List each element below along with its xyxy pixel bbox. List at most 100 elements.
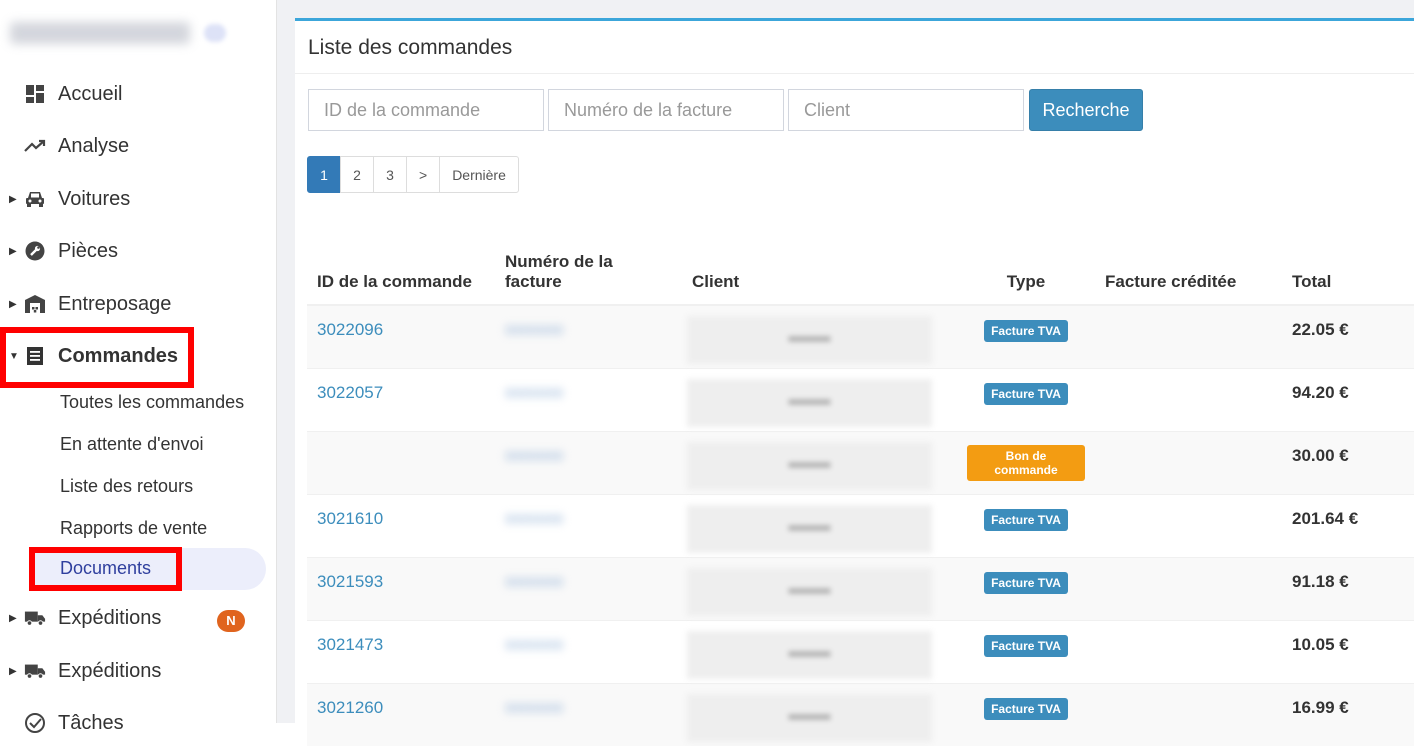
brand-logo[interactable] bbox=[10, 18, 230, 48]
orders-table: ID de la commande Numéro de la facture C… bbox=[307, 252, 1414, 746]
sidebar-subitem-en-attente-envoi[interactable]: En attente d'envoi bbox=[60, 434, 204, 455]
type-cell: Bon de commande bbox=[957, 430, 1095, 494]
sidebar-item-label: Entreposage bbox=[58, 292, 172, 315]
table-row[interactable]: 0000000 •••••••• Bon de commande 30.00 € bbox=[307, 430, 1414, 494]
total-cell: 91.18 € bbox=[1282, 556, 1414, 620]
total-cell: 16.99 € bbox=[1282, 682, 1414, 746]
client-cell: •••••••• bbox=[682, 304, 957, 368]
sidebar-subitem-liste-des-retours[interactable]: Liste des retours bbox=[60, 476, 193, 497]
type-cell: Facture TVA bbox=[957, 367, 1095, 431]
invoice-number-redacted[interactable]: 0000000 bbox=[505, 637, 590, 655]
order-id-cell: 3022057 bbox=[307, 367, 495, 431]
order-id-cell bbox=[307, 430, 495, 494]
main-content: Liste des commandes Recherche 1 2 3 > De… bbox=[277, 0, 1414, 746]
table-row[interactable]: 3021610 0000000 •••••••• Facture TVA 201.64 … bbox=[307, 493, 1414, 557]
order-id-cell: 3021260 bbox=[307, 682, 495, 746]
client-name-redacted: •••••••• bbox=[687, 441, 932, 490]
invoice-number-redacted[interactable]: 0000000 bbox=[505, 700, 590, 718]
total-cell: 22.05 € bbox=[1282, 304, 1414, 368]
table-row[interactable]: 3022096 0000000 •••••••• Facture TVA 22.05 € bbox=[307, 304, 1414, 368]
caret-right-icon: ▶ bbox=[9, 612, 17, 624]
client-cell: •••••••• bbox=[682, 367, 957, 431]
order-id-cell: 3021593 bbox=[307, 556, 495, 620]
type-cell: Facture TVA bbox=[957, 556, 1095, 620]
type-badge: Facture TVA bbox=[984, 697, 1068, 720]
table-row[interactable]: 3021473 0000000 •••••••• Facture TVA 10.05 € bbox=[307, 619, 1414, 683]
type-cell: Facture TVA bbox=[957, 304, 1095, 368]
warehouse-icon bbox=[24, 293, 46, 315]
order-id-link[interactable]: 3022096 bbox=[317, 320, 383, 339]
client-cell: •••••••• bbox=[682, 619, 957, 683]
invoice-number-cell: 0000000 bbox=[495, 430, 682, 494]
client-cell: •••••••• bbox=[682, 430, 957, 494]
new-badge: N bbox=[217, 610, 245, 632]
search-button[interactable]: Recherche bbox=[1029, 89, 1143, 131]
invoice-number-redacted[interactable]: 0000000 bbox=[505, 322, 590, 340]
next-page-button[interactable]: > bbox=[406, 156, 441, 193]
brand-name-blurred bbox=[10, 22, 190, 44]
page-3-button[interactable]: 3 bbox=[373, 156, 407, 193]
client-name-redacted: •••••••• bbox=[687, 567, 932, 616]
invoice-number-cell: 0000000 bbox=[495, 493, 682, 557]
check-circle-icon bbox=[24, 712, 46, 734]
header-client[interactable]: Client bbox=[682, 252, 957, 306]
caret-right-icon: ▶ bbox=[9, 665, 17, 677]
order-id-link[interactable]: 3021473 bbox=[317, 635, 383, 654]
credited-invoice-cell bbox=[1095, 367, 1282, 431]
order-id-link[interactable]: 3021610 bbox=[317, 509, 383, 528]
last-page-button[interactable]: Dernière bbox=[439, 156, 519, 193]
page-2-button[interactable]: 2 bbox=[340, 156, 374, 193]
sidebar-item-label: Expéditions bbox=[58, 606, 162, 629]
invoice-number-cell: 0000000 bbox=[495, 556, 682, 620]
total-cell: 30.00 € bbox=[1282, 430, 1414, 494]
sidebar-item-accueil[interactable]: Accueil bbox=[0, 74, 277, 114]
sidebar-item-taches[interactable]: Tâches bbox=[0, 703, 277, 743]
divider bbox=[295, 73, 1414, 74]
total-cell: 10.05 € bbox=[1282, 619, 1414, 683]
sidebar-subitem-toutes-les-commandes[interactable]: Toutes les commandes bbox=[60, 392, 244, 413]
header-invoice-number[interactable]: Numéro de la facture bbox=[495, 252, 682, 306]
credited-invoice-cell bbox=[1095, 304, 1282, 368]
pagination: 1 2 3 > Dernière bbox=[307, 156, 519, 193]
sidebar-item-entreposage[interactable]: ▶ Entreposage bbox=[0, 284, 277, 324]
header-total[interactable]: Total bbox=[1282, 252, 1414, 306]
invoice-number-redacted[interactable]: 0000000 bbox=[505, 574, 590, 592]
caret-right-icon: ▶ bbox=[9, 193, 17, 205]
type-badge: Bon de commande bbox=[967, 444, 1085, 481]
order-id-link[interactable]: 3021593 bbox=[317, 572, 383, 591]
highlight-box-documents bbox=[29, 547, 182, 591]
invoice-number-redacted[interactable]: 0000000 bbox=[505, 511, 590, 529]
order-id-input[interactable] bbox=[308, 89, 544, 131]
sidebar-item-pieces[interactable]: ▶ Pièces bbox=[0, 231, 277, 271]
order-id-link[interactable]: 3021260 bbox=[317, 698, 383, 717]
type-cell: Facture TVA bbox=[957, 619, 1095, 683]
client-name-redacted: •••••••• bbox=[687, 504, 932, 553]
client-name-redacted: •••••••• bbox=[687, 378, 932, 427]
page-1-button[interactable]: 1 bbox=[307, 156, 341, 193]
client-cell: •••••••• bbox=[682, 556, 957, 620]
table-row[interactable]: 3021260 0000000 •••••••• Facture TVA 16.99 € bbox=[307, 682, 1414, 746]
invoice-number-redacted[interactable]: 0000000 bbox=[505, 385, 590, 403]
header-type[interactable]: Type bbox=[957, 252, 1095, 306]
sidebar-item-analyse[interactable]: Analyse bbox=[0, 126, 277, 166]
sidebar-item-label: Tâches bbox=[58, 711, 124, 734]
invoice-number-cell: 0000000 bbox=[495, 367, 682, 431]
header-order-id[interactable]: ID de la commande bbox=[307, 252, 495, 306]
table-row[interactable]: 3022057 0000000 •••••••• Facture TVA 94.20 € bbox=[307, 367, 1414, 431]
invoice-number-redacted[interactable]: 0000000 bbox=[505, 448, 590, 466]
sidebar-item-label: Voitures bbox=[58, 187, 131, 210]
client-name-redacted: •••••••• bbox=[687, 693, 932, 742]
table-header-row: ID de la commande Numéro de la facture C… bbox=[307, 252, 1414, 306]
sidebar-item-label: Accueil bbox=[58, 82, 123, 105]
header-credited-invoice[interactable]: Facture créditée bbox=[1095, 252, 1282, 306]
table-row[interactable]: 3021593 0000000 •••••••• Facture TVA 91.18 € bbox=[307, 556, 1414, 620]
credited-invoice-cell bbox=[1095, 430, 1282, 494]
total-cell: 94.20 € bbox=[1282, 367, 1414, 431]
sidebar-item-voitures[interactable]: ▶ Voitures bbox=[0, 179, 277, 219]
client-input[interactable] bbox=[788, 89, 1024, 131]
panel-title: Liste des commandes bbox=[308, 36, 513, 59]
invoice-number-input[interactable] bbox=[548, 89, 784, 131]
order-id-link[interactable]: 3022057 bbox=[317, 383, 383, 402]
sidebar-subitem-rapports-de-vente[interactable]: Rapports de vente bbox=[60, 518, 207, 539]
sidebar-item-expeditions-2[interactable]: ▶ Expéditions bbox=[0, 651, 277, 691]
